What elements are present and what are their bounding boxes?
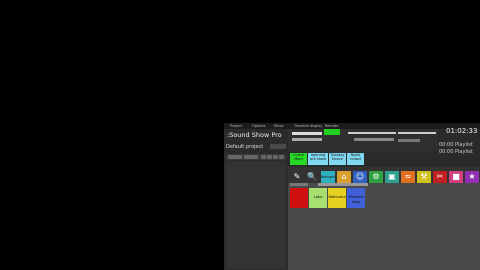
fade-slider[interactable] (354, 138, 394, 141)
elapsed-time-1: 00:00 (439, 142, 454, 148)
left-tool-button[interactable] (279, 155, 284, 159)
cue-tile[interactable]: Check Mom (290, 153, 307, 165)
search-icon[interactable]: 🔍 (305, 171, 319, 183)
volume-slider[interactable] (292, 132, 322, 135)
sound-show-app-window: Project Options Music Timeline display R… (224, 123, 480, 270)
cart-grid: Lake Welcome Moment Now (288, 183, 480, 270)
screen-icon[interactable]: ▣ (385, 171, 399, 183)
pitch-button[interactable] (398, 139, 420, 142)
wrench-icon[interactable]: ✂ (433, 171, 447, 183)
person-icon[interactable]: ☺ (353, 171, 367, 183)
elapsed-time: 00:00 Playlist (439, 142, 473, 148)
cue-tile[interactable]: Night crowd (347, 153, 364, 165)
wave-icon[interactable]: ≈ (401, 171, 415, 183)
cart-tile[interactable] (290, 188, 308, 208)
left-tab-button[interactable] (228, 155, 242, 159)
project-name: Default project (226, 144, 264, 150)
app-title: :Sound Show Pro (227, 131, 282, 139)
track-label-2: Playlist (455, 149, 473, 155)
pen-icon[interactable]: ✎ (290, 171, 304, 183)
house-icon[interactable]: ⌂ (337, 171, 351, 183)
pen-glyph: ✎ (293, 172, 301, 181)
cart-tile[interactable]: Lake (309, 188, 327, 208)
left-tool-button[interactable] (261, 155, 266, 159)
cue-tile[interactable]: opening pre show (308, 153, 328, 165)
search-glyph: 🔍 (307, 172, 317, 181)
cart-label: Lake (313, 194, 323, 199)
left-panel: :Sound Show Pro Default project (224, 129, 288, 270)
show-clock: 01:02:33 (446, 127, 478, 135)
cart-label: Welcome (328, 194, 346, 199)
elapsed-time-2: 00:00 (439, 149, 454, 155)
grid-header-button[interactable] (290, 183, 308, 186)
left-tool-button[interactable] (273, 155, 278, 159)
position-slider[interactable] (348, 132, 396, 134)
cue-label: Check Mom (293, 153, 304, 161)
cart-label: Moment Now (348, 194, 364, 204)
left-tool-button[interactable] (267, 155, 272, 159)
cart-tile[interactable]: Moment Now (347, 188, 365, 208)
pan-slider[interactable] (292, 138, 322, 141)
cue-label: Night crowd (350, 153, 361, 161)
play-button[interactable] (324, 129, 340, 135)
project-list[interactable] (226, 161, 286, 269)
tag-icon[interactable]: ■ (449, 171, 463, 183)
transport-panel (288, 129, 438, 151)
left-tab-button[interactable] (244, 155, 258, 159)
star-icon[interactable]: ★ (465, 171, 479, 183)
category-remarks[interactable]: Remarks (321, 171, 336, 183)
pitch-slider[interactable] (398, 132, 436, 134)
cue-label: Tuesday Dance (330, 153, 345, 161)
hammer-icon[interactable]: ⚒ (417, 171, 431, 183)
grid-zoom-slider[interactable] (318, 183, 368, 186)
remaining-time: 00:00 Playlist (439, 149, 473, 155)
project-button[interactable] (270, 144, 286, 149)
cue-label: opening pre show (310, 153, 326, 161)
gear-icon[interactable]: ⚙ (369, 171, 383, 183)
track-label-1: Playlist (455, 142, 473, 148)
cue-tile[interactable]: Tuesday Dance (329, 153, 346, 165)
cart-tile[interactable]: Welcome (328, 188, 346, 208)
